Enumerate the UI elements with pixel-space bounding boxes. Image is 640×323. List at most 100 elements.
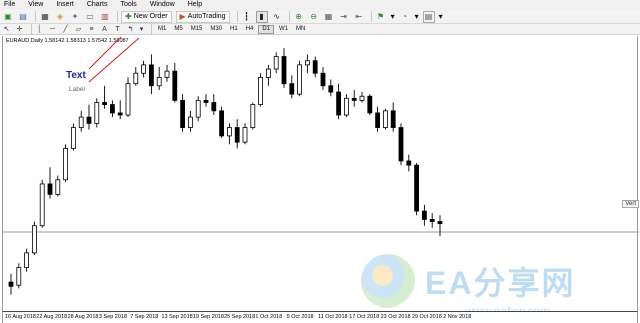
menu-view[interactable]: View bbox=[28, 0, 43, 10]
bar-chart-icon[interactable]: ┇ bbox=[241, 11, 253, 23]
candle-body-bear bbox=[172, 70, 178, 101]
timeframe-d1[interactable]: D1 bbox=[258, 24, 275, 34]
candle bbox=[351, 89, 357, 107]
candle bbox=[265, 64, 271, 86]
menu-help[interactable]: Help bbox=[188, 0, 202, 10]
vertical-line-icon[interactable]: │ bbox=[35, 25, 44, 34]
periods-dropdown-icon[interactable]: ▾ bbox=[414, 11, 420, 23]
profiles-icon[interactable]: ▤ bbox=[17, 11, 29, 23]
auto-scroll-icon[interactable]: ⇥ bbox=[338, 11, 350, 23]
new-order-button[interactable]: ✚ New Order bbox=[121, 10, 172, 23]
candle-body-bear bbox=[211, 102, 217, 112]
menu-insert[interactable]: Insert bbox=[56, 0, 74, 10]
candle bbox=[382, 108, 388, 130]
timeframe-m5[interactable]: M5 bbox=[171, 25, 185, 34]
trendline-object bbox=[88, 36, 122, 70]
line-chart-icon[interactable]: ∿ bbox=[271, 11, 283, 23]
candle-body-bull bbox=[250, 104, 256, 128]
terminal-icon[interactable]: ▭ bbox=[84, 11, 96, 23]
candle bbox=[226, 123, 232, 145]
indicators-dropdown-icon[interactable]: ▾ bbox=[390, 11, 396, 23]
channel-icon[interactable]: ▱ bbox=[74, 25, 83, 34]
candle-body-bear bbox=[421, 210, 427, 220]
vertical-line-tab[interactable]: Vert bbox=[622, 200, 639, 208]
date-label: 29 Oct 2018 bbox=[411, 314, 442, 320]
watermark-logo-icon bbox=[361, 254, 415, 308]
candle bbox=[78, 110, 84, 132]
market-watch-icon[interactable]: ▦ bbox=[39, 11, 51, 23]
candle-body-bull bbox=[226, 127, 232, 137]
timeframe-m30[interactable]: M30 bbox=[207, 25, 225, 34]
horizontal-line-icon[interactable]: ─ bbox=[48, 25, 57, 34]
timeframe-mn[interactable]: MN bbox=[293, 25, 308, 34]
candle-body-bear bbox=[367, 95, 373, 114]
label-tool-icon[interactable]: T bbox=[113, 25, 122, 34]
candle-body-bear bbox=[328, 85, 334, 93]
tile-windows-icon[interactable]: ▦ bbox=[323, 11, 335, 23]
candle-body-bear bbox=[429, 219, 435, 222]
chart-area[interactable]: EURAUD,Daily 1.58142 1.58313 1.57542 1.5… bbox=[2, 36, 639, 318]
text-tool-icon[interactable]: A bbox=[100, 25, 109, 34]
cursor-icon[interactable]: ↖ bbox=[2, 25, 11, 34]
candle bbox=[437, 215, 443, 237]
auto-trading-button[interactable]: ▶ AutoTrading bbox=[175, 10, 230, 23]
menu-window[interactable]: Window bbox=[150, 0, 175, 10]
candle-body-bull bbox=[71, 127, 76, 149]
menu-charts[interactable]: Charts bbox=[87, 0, 108, 10]
label-object[interactable]: Label bbox=[69, 86, 85, 93]
trendline-icon[interactable]: ╱ bbox=[61, 25, 70, 34]
arrow-dropdown-icon[interactable]: ▾ bbox=[139, 25, 144, 34]
candle-body-bear bbox=[234, 127, 240, 143]
toolbar-separator bbox=[117, 11, 118, 22]
candle bbox=[172, 62, 178, 103]
candlestick-icon[interactable]: ▮ bbox=[255, 10, 268, 23]
periods-icon[interactable]: ◔ bbox=[399, 11, 411, 23]
zoom-in-icon[interactable]: ⊕ bbox=[293, 11, 305, 23]
timeframe-w1[interactable]: W1 bbox=[276, 25, 291, 34]
data-window-icon[interactable]: ◈ bbox=[54, 11, 66, 23]
new-chart-icon[interactable]: ▣ bbox=[2, 11, 14, 23]
timeframe-m15[interactable]: M15 bbox=[188, 25, 206, 34]
arrow-tool-icon[interactable]: ↰ bbox=[126, 25, 135, 34]
candle-body-bull bbox=[195, 99, 201, 118]
candle-body-bull bbox=[24, 252, 30, 268]
menu-tools[interactable]: Tools bbox=[120, 0, 136, 10]
standard-toolbar: ▣ ▤ ▦ ◈ ✦ ▭ ▥ ✚ New Order ▶ AutoTrading … bbox=[0, 10, 640, 24]
date-label: 13 Sep 2018 bbox=[161, 314, 193, 320]
date-label: 23 Oct 2018 bbox=[380, 314, 411, 320]
chart-shift-icon[interactable]: ⇤ bbox=[353, 11, 365, 23]
strategy-tester-icon[interactable]: ▥ bbox=[99, 11, 111, 23]
candle-body-bear bbox=[203, 99, 209, 103]
candle-body-bear bbox=[406, 160, 412, 166]
templates-dropdown-icon[interactable]: ▾ bbox=[438, 11, 444, 23]
candle bbox=[141, 60, 147, 78]
crosshair-icon[interactable]: ✛ bbox=[15, 25, 24, 34]
timeframe-h4[interactable]: H4 bbox=[243, 25, 257, 34]
candle-body-bull bbox=[258, 77, 264, 105]
candle-body-bull bbox=[382, 110, 388, 128]
timeframe-m1[interactable]: M1 bbox=[155, 25, 169, 34]
navigator-icon[interactable]: ✦ bbox=[69, 11, 81, 23]
candle bbox=[414, 163, 420, 216]
date-label: 28 Aug 2018 bbox=[67, 314, 99, 320]
candle-body-bull bbox=[359, 95, 365, 101]
fibonacci-icon[interactable]: ≡ bbox=[87, 25, 96, 34]
new-order-label: New Order bbox=[133, 13, 168, 20]
candle-body-bear bbox=[437, 221, 443, 225]
date-label: 17 Oct 2018 bbox=[349, 314, 380, 320]
zoom-out-icon[interactable]: ⊖ bbox=[308, 11, 320, 23]
candle-body-bull bbox=[297, 64, 303, 95]
templates-icon[interactable]: ▤ bbox=[422, 10, 435, 23]
candle-body-bear bbox=[312, 60, 318, 74]
watermark-title: EA分享网 bbox=[425, 265, 576, 301]
menu-file[interactable]: File bbox=[4, 0, 15, 10]
date-label: 3 Sep 2018 bbox=[98, 314, 128, 320]
candle bbox=[180, 94, 186, 132]
indicators-icon[interactable]: ⚑ bbox=[375, 11, 387, 23]
auto-trading-icon: ▶ bbox=[179, 12, 186, 21]
candle bbox=[102, 85, 107, 109]
timeframe-h1[interactable]: H1 bbox=[227, 25, 241, 34]
candle-body-bull bbox=[31, 225, 37, 254]
candle bbox=[421, 204, 427, 226]
text-object[interactable]: Text bbox=[66, 70, 86, 81]
